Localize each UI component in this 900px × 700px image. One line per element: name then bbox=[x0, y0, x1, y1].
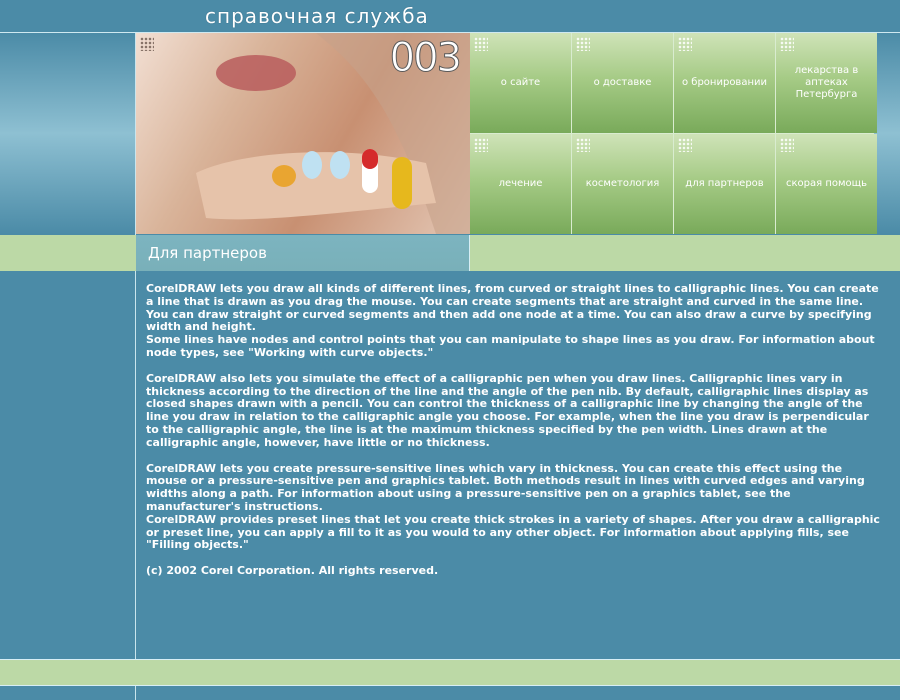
left-banner-gradient bbox=[0, 33, 135, 234]
nav-item-cosmetology[interactable]: косметология bbox=[572, 134, 673, 234]
hero-number: 003 bbox=[389, 35, 462, 82]
hero-image: 003 bbox=[136, 33, 470, 234]
dot-grid-icon bbox=[780, 138, 794, 152]
main-content: CorelDRAW lets you draw all kinds of dif… bbox=[146, 282, 884, 591]
nav-item-label: о бронировании bbox=[682, 77, 767, 88]
nav-item-pharmacy-medicines[interactable]: лекарства в аптеках Петербурга bbox=[776, 33, 877, 133]
nav-item-label: косметология bbox=[585, 178, 660, 189]
dot-grid-icon bbox=[474, 138, 488, 152]
content-paragraph: CorelDRAW lets you draw all kinds of dif… bbox=[146, 282, 879, 359]
nav-item-label: о доставке bbox=[593, 77, 652, 88]
dot-grid-icon bbox=[678, 138, 692, 152]
dot-grid-icon bbox=[474, 37, 488, 51]
nav-item-partners[interactable]: для партнеров bbox=[674, 134, 775, 234]
nav-item-booking[interactable]: о бронировании bbox=[674, 33, 775, 133]
main-nav: о сайте о доставке о бронировании лекарс… bbox=[470, 33, 877, 234]
nav-item-delivery[interactable]: о доставке bbox=[572, 33, 673, 133]
site-title: справочная служба bbox=[205, 4, 429, 28]
nav-item-about-site[interactable]: о сайте bbox=[470, 33, 571, 133]
copyright-text: (c) 2002 Corel Corporation. All rights r… bbox=[146, 564, 439, 578]
dot-grid-icon bbox=[678, 37, 692, 51]
nav-item-label: о сайте bbox=[500, 77, 541, 88]
nav-item-treatment[interactable]: лечение bbox=[470, 134, 571, 234]
content-paragraph: CorelDRAW lets you create pressure-sensi… bbox=[146, 461, 880, 552]
page-title: Для партнеров bbox=[148, 244, 267, 262]
top-bar: справочная служба bbox=[0, 0, 900, 33]
dot-grid-icon bbox=[576, 37, 590, 51]
nav-item-label: лечение bbox=[498, 178, 543, 189]
nav-item-label: лекарства в аптеках Петербурга bbox=[794, 65, 859, 100]
content-paragraph: CorelDRAW also lets you simulate the eff… bbox=[146, 371, 869, 449]
section-title-box: Для партнеров bbox=[136, 235, 470, 271]
dot-grid-icon bbox=[576, 138, 590, 152]
nav-item-label: для партнеров bbox=[685, 178, 764, 189]
nav-item-emergency[interactable]: скорая помощь bbox=[776, 134, 877, 234]
right-banner-gradient bbox=[874, 33, 900, 234]
footer-bar bbox=[0, 659, 900, 686]
dot-grid-icon bbox=[780, 37, 794, 51]
nav-item-label: скорая помощь bbox=[786, 178, 867, 189]
